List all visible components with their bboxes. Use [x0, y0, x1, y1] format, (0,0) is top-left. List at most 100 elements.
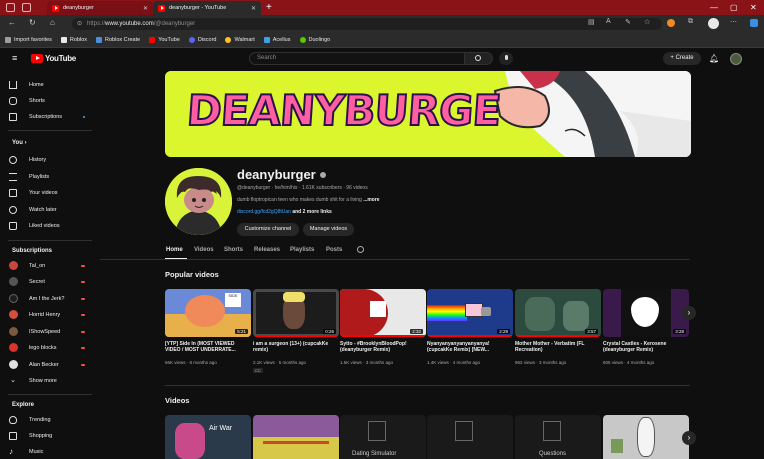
video-thumbnail[interactable]	[603, 415, 689, 459]
home-icon[interactable]: ⌂	[50, 18, 55, 27]
read-aloud-icon[interactable]: A	[606, 18, 611, 25]
sidebar-sub-am-i-the-jerk[interactable]: Am I the Jerk?	[6, 291, 91, 306]
browser-tab-youtube-active[interactable]: deanyburger - YouTube ✕	[153, 1, 261, 15]
video-thumbnail[interactable]	[427, 415, 513, 459]
video-title[interactable]: Mother Mother - Verbatim (FL Recreation)	[515, 341, 599, 353]
tab-shorts[interactable]: Shorts	[224, 247, 243, 253]
close-window-icon[interactable]: ✕	[750, 3, 757, 12]
video-title[interactable]: [YTP] Side In (MOST VIEWED VIDEO / MOST …	[165, 341, 249, 353]
customize-channel-button[interactable]: Customize channel	[237, 223, 299, 236]
sidebar-item-shorts[interactable]: Shorts	[6, 93, 91, 108]
video-title[interactable]: Sytto - #BrooklynBloodPop! (deanyburger …	[340, 341, 424, 353]
extensions-puzzle-icon[interactable]: ⧉	[688, 18, 693, 26]
discord-link[interactable]: discord.gg/fcd2gQ8tUan	[237, 209, 291, 215]
channel-avatar-large[interactable]	[165, 168, 232, 235]
bookmark-import-favorites[interactable]: Import favorites	[5, 37, 52, 43]
sidebar-item-playlists[interactable]: Playlists	[6, 169, 91, 184]
search-input[interactable]: Search	[249, 52, 465, 65]
tab-videos[interactable]: Videos	[194, 247, 214, 253]
video-thumbnail[interactable]: Questions	[515, 415, 601, 459]
sidebar-heading-you[interactable]: You ›	[12, 140, 27, 146]
video-thumbnail[interactable]: Air War	[165, 415, 251, 459]
bookmark-roblox-create[interactable]: Roblox Create	[96, 37, 140, 43]
minimize-icon[interactable]: —	[710, 3, 718, 12]
thumb-art	[175, 423, 205, 459]
refresh-icon[interactable]: ↻	[29, 18, 36, 27]
video-title[interactable]: Crystal Castles - Kerosene (deanyburger …	[603, 341, 687, 353]
bookmark-youtube[interactable]: YouTube	[149, 37, 180, 43]
extension-icon[interactable]: ✎	[625, 18, 631, 26]
reader-view-icon[interactable]: ▤	[588, 18, 595, 26]
search-button[interactable]	[465, 52, 493, 65]
sidebar-show-more[interactable]: ⌄ Show more	[6, 373, 91, 388]
bookmark-acellus[interactable]: Acellus	[263, 37, 291, 43]
lock-icon[interactable]: ⊙	[77, 18, 82, 30]
music-note-icon: ♪	[9, 446, 13, 456]
close-tab-icon[interactable]: ✕	[251, 5, 256, 12]
video-thumbnail[interactable]: 3:28	[603, 289, 689, 337]
workspace-icon[interactable]	[6, 3, 15, 12]
sidebar-sub-ishowspeed[interactable]: IShowSpeed	[6, 324, 91, 339]
new-tab-icon[interactable]: +	[266, 2, 272, 13]
carousel-next-button[interactable]: ›	[682, 306, 696, 320]
account-avatar[interactable]	[730, 53, 742, 65]
youtube-logo[interactable]: YouTube	[31, 54, 76, 63]
address-bar[interactable]: ⊙ https://www.youtube.com/@deanyburger	[72, 18, 662, 30]
bookmark-roblox[interactable]: Roblox	[60, 37, 87, 43]
more-link[interactable]: ...more	[363, 197, 379, 203]
sidebar-sub-horrid-henry[interactable]: Horrid Henry	[6, 307, 91, 322]
copilot-icon[interactable]	[750, 19, 758, 27]
sidebar-label: Shorts	[29, 97, 45, 104]
video-thumbnail[interactable]: SIDE 5:21	[165, 289, 251, 337]
sidebar-label: lego blocks	[29, 344, 57, 351]
more-links[interactable]: and 2 more links	[292, 209, 331, 215]
bookmark-duolingo[interactable]: Duolingo	[299, 37, 330, 43]
video-thumbnail[interactable]: 0:26	[253, 289, 339, 337]
profile-avatar[interactable]	[708, 18, 719, 29]
sidebar-item-music[interactable]: ♪ Music	[6, 444, 91, 459]
maximize-icon[interactable]: ▢	[730, 3, 738, 12]
bookmark-discord[interactable]: Discord	[188, 37, 217, 43]
create-button[interactable]: + Create	[663, 52, 701, 65]
close-tab-icon[interactable]: ✕	[143, 5, 148, 12]
manage-videos-button[interactable]: Manage videos	[303, 223, 354, 236]
sidebar-item-history[interactable]: History	[6, 152, 91, 167]
menu-dots-icon[interactable]: ⋯	[730, 18, 737, 26]
url-host: www.youtube.com	[105, 21, 154, 27]
sidebar-sub-talon[interactable]: Tal_on	[6, 258, 91, 273]
favorite-star-icon[interactable]: ☆	[644, 18, 650, 26]
tab-posts[interactable]: Posts	[326, 247, 342, 253]
voice-search-button[interactable]	[499, 52, 513, 65]
sidebar-item-watch-later[interactable]: Watch later	[6, 202, 91, 217]
back-icon[interactable]: ←	[8, 18, 16, 27]
video-thumbnail[interactable]: 2:32	[340, 289, 426, 337]
tab-home[interactable]: Home	[166, 247, 183, 253]
video-thumbnail[interactable]: Dating Simulator	[340, 415, 426, 459]
sidebar-sub-secret[interactable]: Secret	[6, 274, 91, 289]
sidebar-item-your-videos[interactable]: Your videos	[6, 185, 91, 200]
bookmark-label: Discord	[197, 37, 217, 43]
tab-playlists[interactable]: Playlists	[290, 247, 314, 253]
carousel-next-button[interactable]: ›	[682, 431, 696, 445]
video-title[interactable]: i am a surgeon (13+) (cupcakKe remix)	[253, 341, 337, 353]
bookmark-walmart[interactable]: Walmart	[225, 37, 255, 43]
sidebar-item-shopping[interactable]: Shopping	[6, 428, 91, 443]
notifications-bell-icon[interactable]: 🔔︎	[709, 54, 719, 63]
video-title[interactable]: Nyanyanyanyanyanyanya! (cupcakKe Remix) …	[427, 341, 511, 353]
channel-description[interactable]: dumb floptropican teen who makes dumb sh…	[237, 197, 380, 203]
sidebar-item-subscriptions[interactable]: Subscriptions	[6, 109, 91, 124]
tab-releases[interactable]: Releases	[254, 247, 280, 253]
sidebar-item-home[interactable]: Home	[6, 77, 91, 92]
hamburger-menu-icon[interactable]: ≡	[12, 54, 17, 63]
extension-orange-icon[interactable]	[667, 19, 675, 27]
browser-tab-deanyburger[interactable]: deanyburger ✕	[47, 1, 153, 15]
video-thumbnail[interactable]	[253, 415, 339, 459]
channel-search-icon[interactable]	[357, 246, 364, 253]
video-thumbnail[interactable]: 3:57	[515, 289, 601, 337]
sidebar-item-trending[interactable]: Trending	[6, 412, 91, 427]
sidebar-sub-lego-blocks[interactable]: lego blocks	[6, 340, 91, 355]
tab-actions-icon[interactable]	[22, 3, 31, 12]
video-thumbnail[interactable]: 2:29	[427, 289, 513, 337]
sidebar-item-liked-videos[interactable]: Liked videos	[6, 218, 91, 233]
sidebar-sub-alan-becker[interactable]: Alan Becker	[6, 357, 91, 372]
